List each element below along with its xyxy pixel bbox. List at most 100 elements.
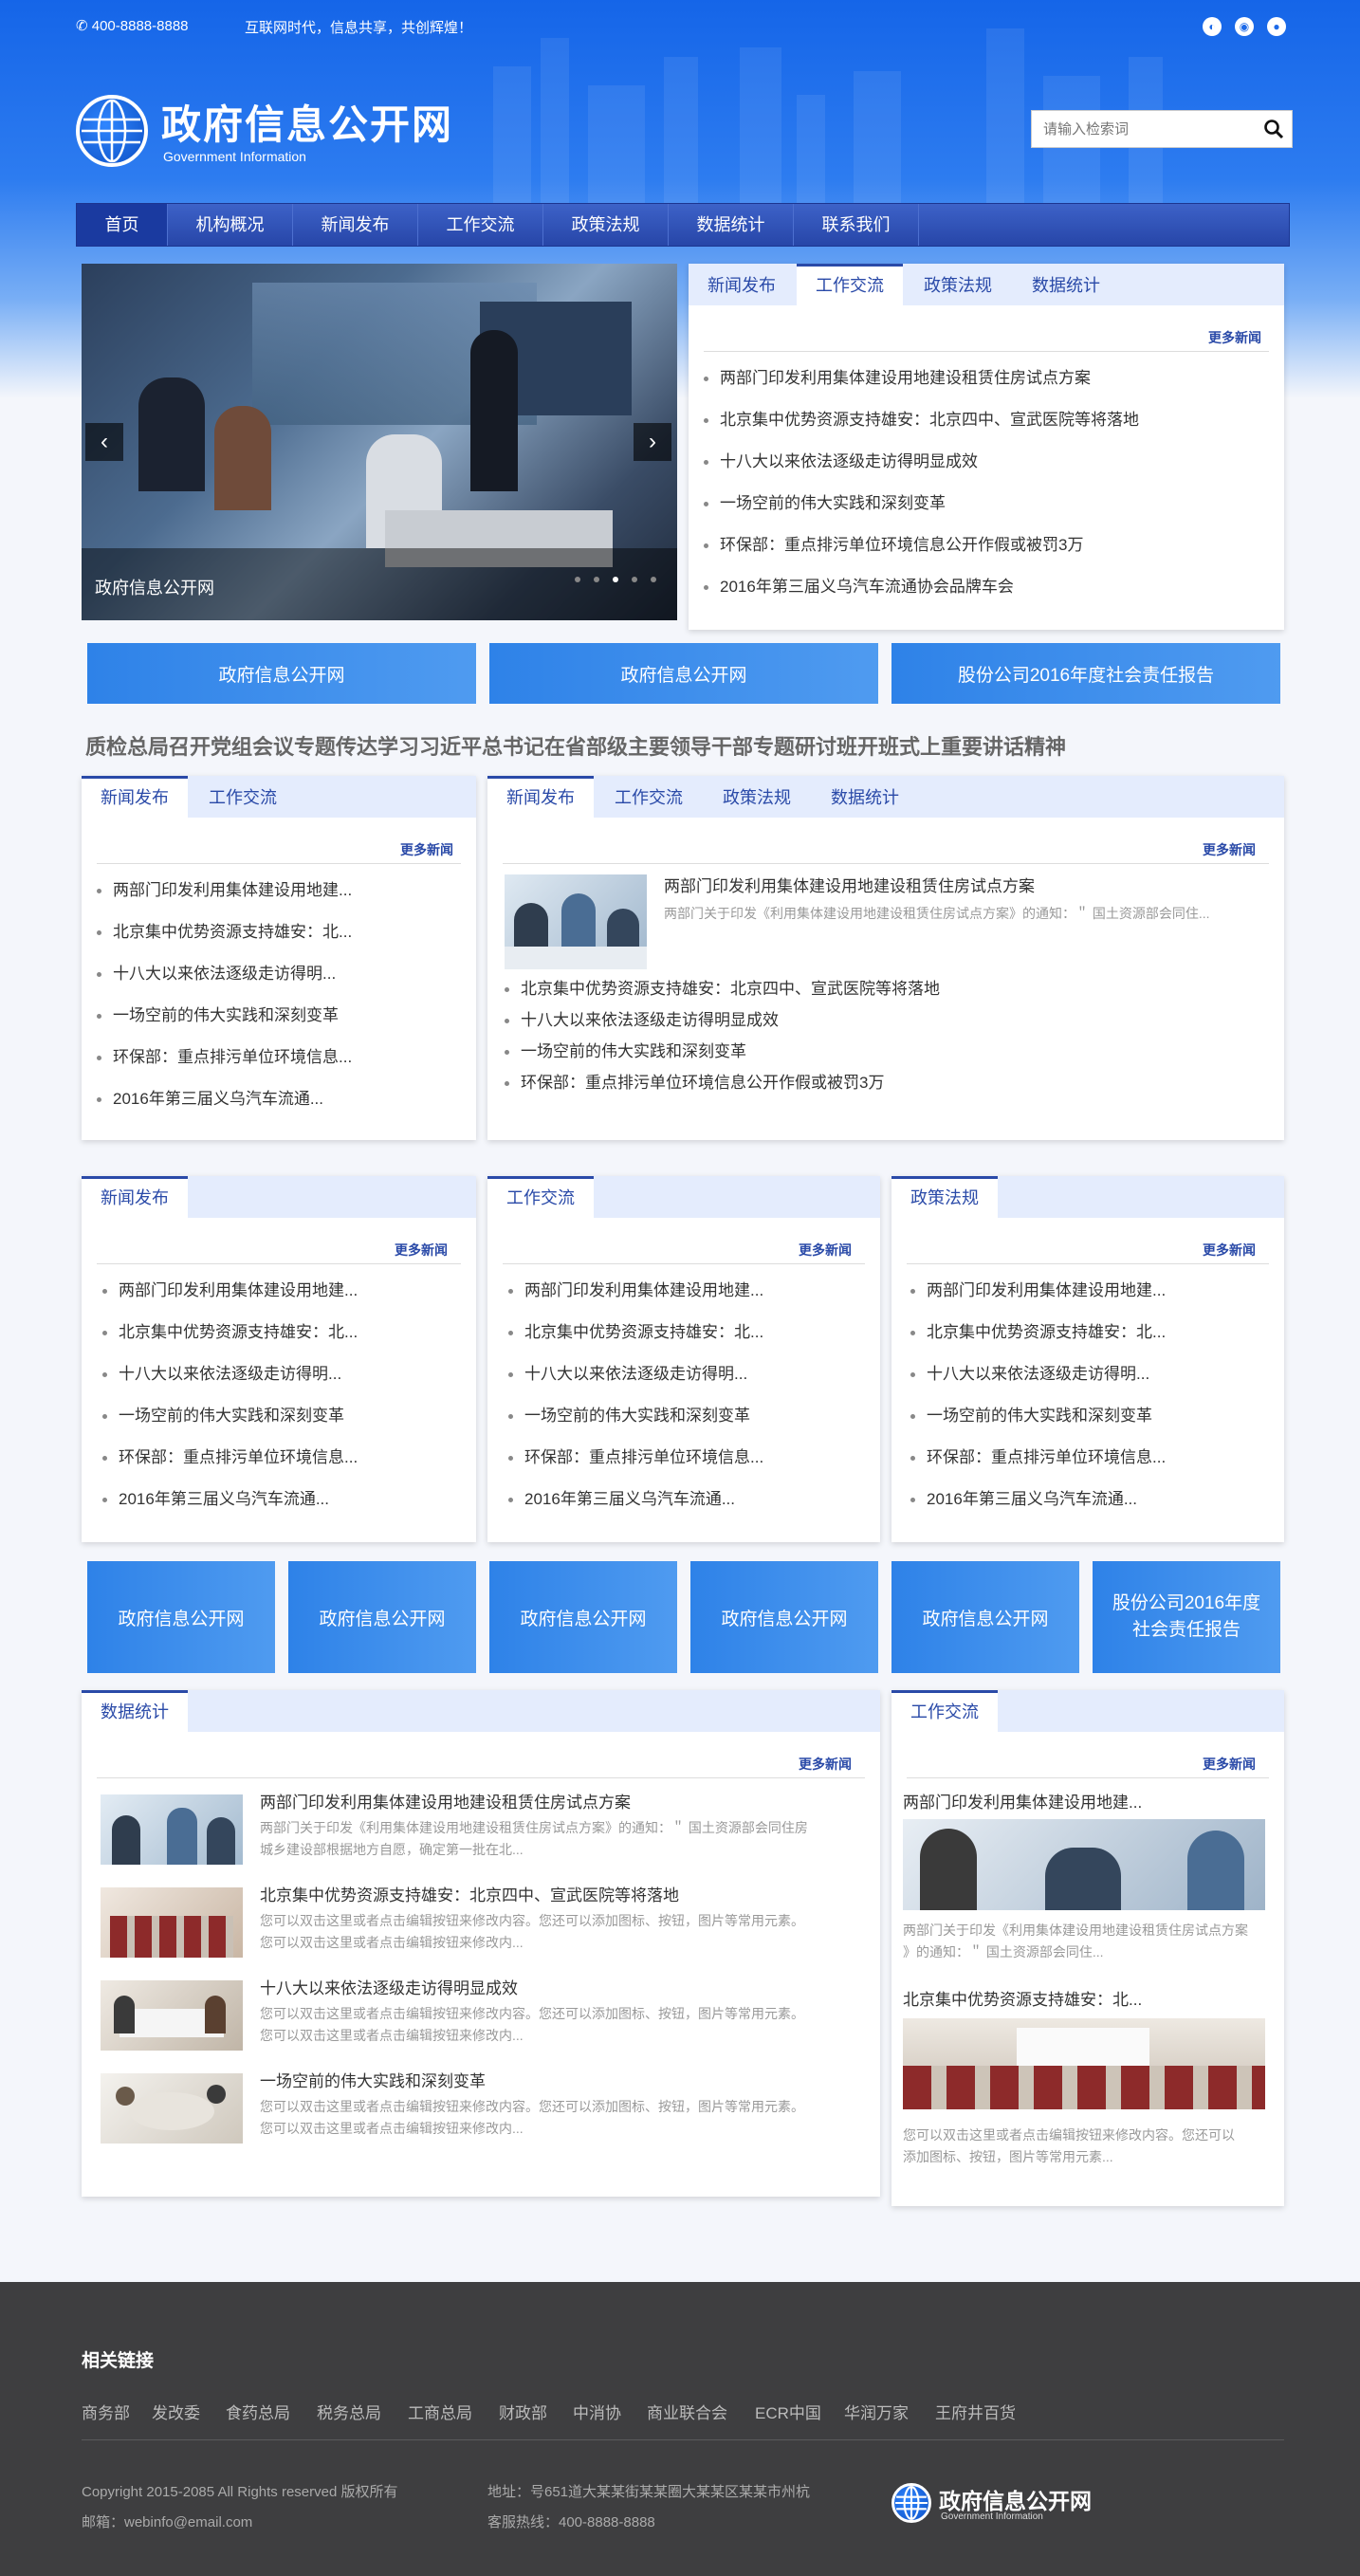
list-item[interactable]: 北京集中优势资源支持雄安：北... <box>97 918 461 942</box>
tab-policy[interactable]: 政策法规 <box>905 264 1011 305</box>
banner-link[interactable]: 政府信息公开网 <box>690 1561 878 1673</box>
list-item[interactable]: 环保部：重点排污单位环境信息公开作假或被罚3万 <box>505 1069 1263 1093</box>
tab-policy[interactable]: 政策法规 <box>704 776 810 818</box>
image-slider[interactable]: 政府信息公开网 ‹ › <box>82 264 677 620</box>
list-item[interactable]: 北京集中优势资源支持雄安：北京四中、宣武医院等将落地 <box>505 975 1263 999</box>
nav-stats[interactable]: 数据统计 <box>669 204 794 246</box>
more-news-link[interactable]: 更多新闻 <box>1203 1241 1256 1260</box>
tab-work[interactable]: 工作交流 <box>797 264 903 305</box>
banner-link[interactable]: 股份公司2016年度社会责任报告 <box>1093 1561 1280 1673</box>
more-news-link[interactable]: 更多新闻 <box>1208 328 1261 347</box>
tab-work[interactable]: 工作交流 <box>190 776 296 818</box>
list-item[interactable]: 一场空前的伟大实践和深刻变革 <box>910 1402 1271 1426</box>
footer-link[interactable]: 工商总局 <box>408 2400 472 2423</box>
footer-link[interactable]: 王府井百货 <box>935 2400 1016 2423</box>
wechat-icon[interactable]: ● <box>1267 17 1286 36</box>
footer-link[interactable]: 华润万家 <box>844 2400 909 2423</box>
list-item[interactable]: 北京集中优势资源支持雄安：北... <box>508 1318 869 1342</box>
banner-link[interactable]: 政府信息公开网 <box>489 1561 677 1673</box>
nav-work[interactable]: 工作交流 <box>418 204 543 246</box>
list-item[interactable]: 两部门印发利用集体建设用地建... <box>97 876 461 900</box>
list-item[interactable]: 两部门印发利用集体建设用地建设租赁住房试点方案 <box>704 364 1273 388</box>
tab-work[interactable]: 工作交流 <box>487 1176 594 1218</box>
slider-dot[interactable] <box>594 577 599 582</box>
list-item[interactable]: 环保部：重点排污单位环境信息... <box>97 1043 461 1067</box>
tab-news[interactable]: 新闻发布 <box>82 776 188 818</box>
article-thumbnail[interactable] <box>101 1887 243 1958</box>
list-item[interactable]: 2016年第三届义乌汽车流通协会品牌车会 <box>704 573 1273 597</box>
more-news-link[interactable]: 更多新闻 <box>1203 1755 1256 1774</box>
list-item[interactable]: 十八大以来依法逐级走访得明... <box>102 1360 463 1384</box>
list-item[interactable]: 两部门印发利用集体建设用地建... <box>102 1277 463 1300</box>
article-title[interactable]: 十八大以来依法逐级走访得明显成效 <box>260 1975 518 1998</box>
banner-link[interactable]: 股份公司2016年度社会责任报告 <box>891 643 1280 704</box>
tab-stats[interactable]: 数据统计 <box>812 776 918 818</box>
footer-link[interactable]: 中消协 <box>573 2400 621 2423</box>
list-item[interactable]: 环保部：重点排污单位环境信息... <box>508 1444 869 1467</box>
more-news-link[interactable]: 更多新闻 <box>395 1241 448 1260</box>
tab-stats[interactable]: 数据统计 <box>82 1690 188 1732</box>
list-item[interactable]: 十八大以来依法逐级走访得明显成效 <box>505 1006 1263 1030</box>
footer-link[interactable]: 税务总局 <box>317 2400 381 2423</box>
list-item[interactable]: 一场空前的伟大实践和深刻变革 <box>704 489 1273 513</box>
chevron-right-icon[interactable]: › <box>634 423 671 461</box>
list-item[interactable]: 十八大以来依法逐级走访得明... <box>508 1360 869 1384</box>
nav-news[interactable]: 新闻发布 <box>293 204 418 246</box>
list-item[interactable]: 十八大以来依法逐级走访得明显成效 <box>704 448 1273 471</box>
nav-about[interactable]: 机构概况 <box>168 204 293 246</box>
list-item[interactable]: 环保部：重点排污单位环境信息... <box>910 1444 1271 1467</box>
article-thumbnail[interactable] <box>101 1980 243 2051</box>
banner-link[interactable]: 政府信息公开网 <box>87 1561 275 1673</box>
article-title[interactable]: 一场空前的伟大实践和深刻变革 <box>260 2068 486 2091</box>
chevron-left-icon[interactable]: ‹ <box>85 423 123 461</box>
tab-work[interactable]: 工作交流 <box>596 776 702 818</box>
list-item[interactable]: 环保部：重点排污单位环境信息公开作假或被罚3万 <box>704 531 1273 555</box>
nav-policy[interactable]: 政策法规 <box>543 204 669 246</box>
list-item[interactable]: 2016年第三届义乌汽车流通... <box>910 1485 1271 1509</box>
nav-home[interactable]: 首页 <box>77 204 168 246</box>
nav-contact[interactable]: 联系我们 <box>794 204 919 246</box>
list-item[interactable]: 北京集中优势资源支持雄安：北... <box>910 1318 1271 1342</box>
feature-thumbnail[interactable] <box>505 874 647 969</box>
tab-policy[interactable]: 政策法规 <box>891 1176 998 1218</box>
list-item[interactable]: 环保部：重点排污单位环境信息... <box>102 1444 463 1467</box>
footer-link[interactable]: 商业联合会 <box>647 2400 727 2423</box>
more-news-link[interactable]: 更多新闻 <box>799 1241 852 1260</box>
banner-link[interactable]: 政府信息公开网 <box>489 643 878 704</box>
article-image[interactable] <box>903 1819 1265 1910</box>
article-title[interactable]: 两部门印发利用集体建设用地建设租赁住房试点方案 <box>260 1789 631 1812</box>
article-thumbnail[interactable] <box>101 1794 243 1865</box>
article-thumbnail[interactable] <box>101 2073 243 2144</box>
headline[interactable]: 质检总局召开党组会议专题传达学习习近平总书记在省部级主要领导干部专题研讨班开班式… <box>85 730 1066 761</box>
more-news-link[interactable]: 更多新闻 <box>1203 840 1256 859</box>
tab-news[interactable]: 新闻发布 <box>689 264 795 305</box>
more-news-link[interactable]: 更多新闻 <box>400 840 453 859</box>
list-item[interactable]: 一场空前的伟大实践和深刻变革 <box>505 1038 1263 1061</box>
tab-news[interactable]: 新闻发布 <box>487 776 594 818</box>
footer-link[interactable]: 发改委 <box>152 2400 200 2423</box>
search-icon[interactable] <box>1263 119 1284 139</box>
article-title[interactable]: 两部门印发利用集体建设用地建... <box>903 1789 1142 1812</box>
tab-work[interactable]: 工作交流 <box>891 1690 998 1732</box>
list-item[interactable]: 一场空前的伟大实践和深刻变革 <box>102 1402 463 1426</box>
footer-link[interactable]: 财政部 <box>499 2400 547 2423</box>
footer-link[interactable]: ECR中国 <box>755 2400 821 2423</box>
list-item[interactable]: 十八大以来依法逐级走访得明... <box>910 1360 1271 1384</box>
slider-dot-active[interactable] <box>613 577 618 582</box>
more-news-link[interactable]: 更多新闻 <box>799 1755 852 1774</box>
tab-news[interactable]: 新闻发布 <box>82 1176 188 1218</box>
slider-dot[interactable] <box>651 577 656 582</box>
article-title[interactable]: 北京集中优势资源支持雄安：北京四中、宣武医院等将落地 <box>260 1882 679 1905</box>
footer-link[interactable]: 食药总局 <box>226 2400 290 2423</box>
slider-dot[interactable] <box>632 577 637 582</box>
footer-link[interactable]: 商务部 <box>82 2400 130 2423</box>
article-image[interactable] <box>903 2018 1265 2109</box>
feature-title[interactable]: 两部门印发利用集体建设用地建设租赁住房试点方案 <box>664 873 1035 896</box>
list-item[interactable]: 2016年第三届义乌汽车流通... <box>97 1085 461 1109</box>
banner-link[interactable]: 政府信息公开网 <box>891 1561 1079 1673</box>
list-item[interactable]: 两部门印发利用集体建设用地建... <box>508 1277 869 1300</box>
article-title[interactable]: 北京集中优势资源支持雄安：北... <box>903 1986 1142 2010</box>
weibo-icon[interactable]: ◉ <box>1235 17 1254 36</box>
list-item[interactable]: 北京集中优势资源支持雄安：北京四中、宣武医院等将落地 <box>704 406 1273 430</box>
list-item[interactable]: 2016年第三届义乌汽车流通... <box>508 1485 869 1509</box>
